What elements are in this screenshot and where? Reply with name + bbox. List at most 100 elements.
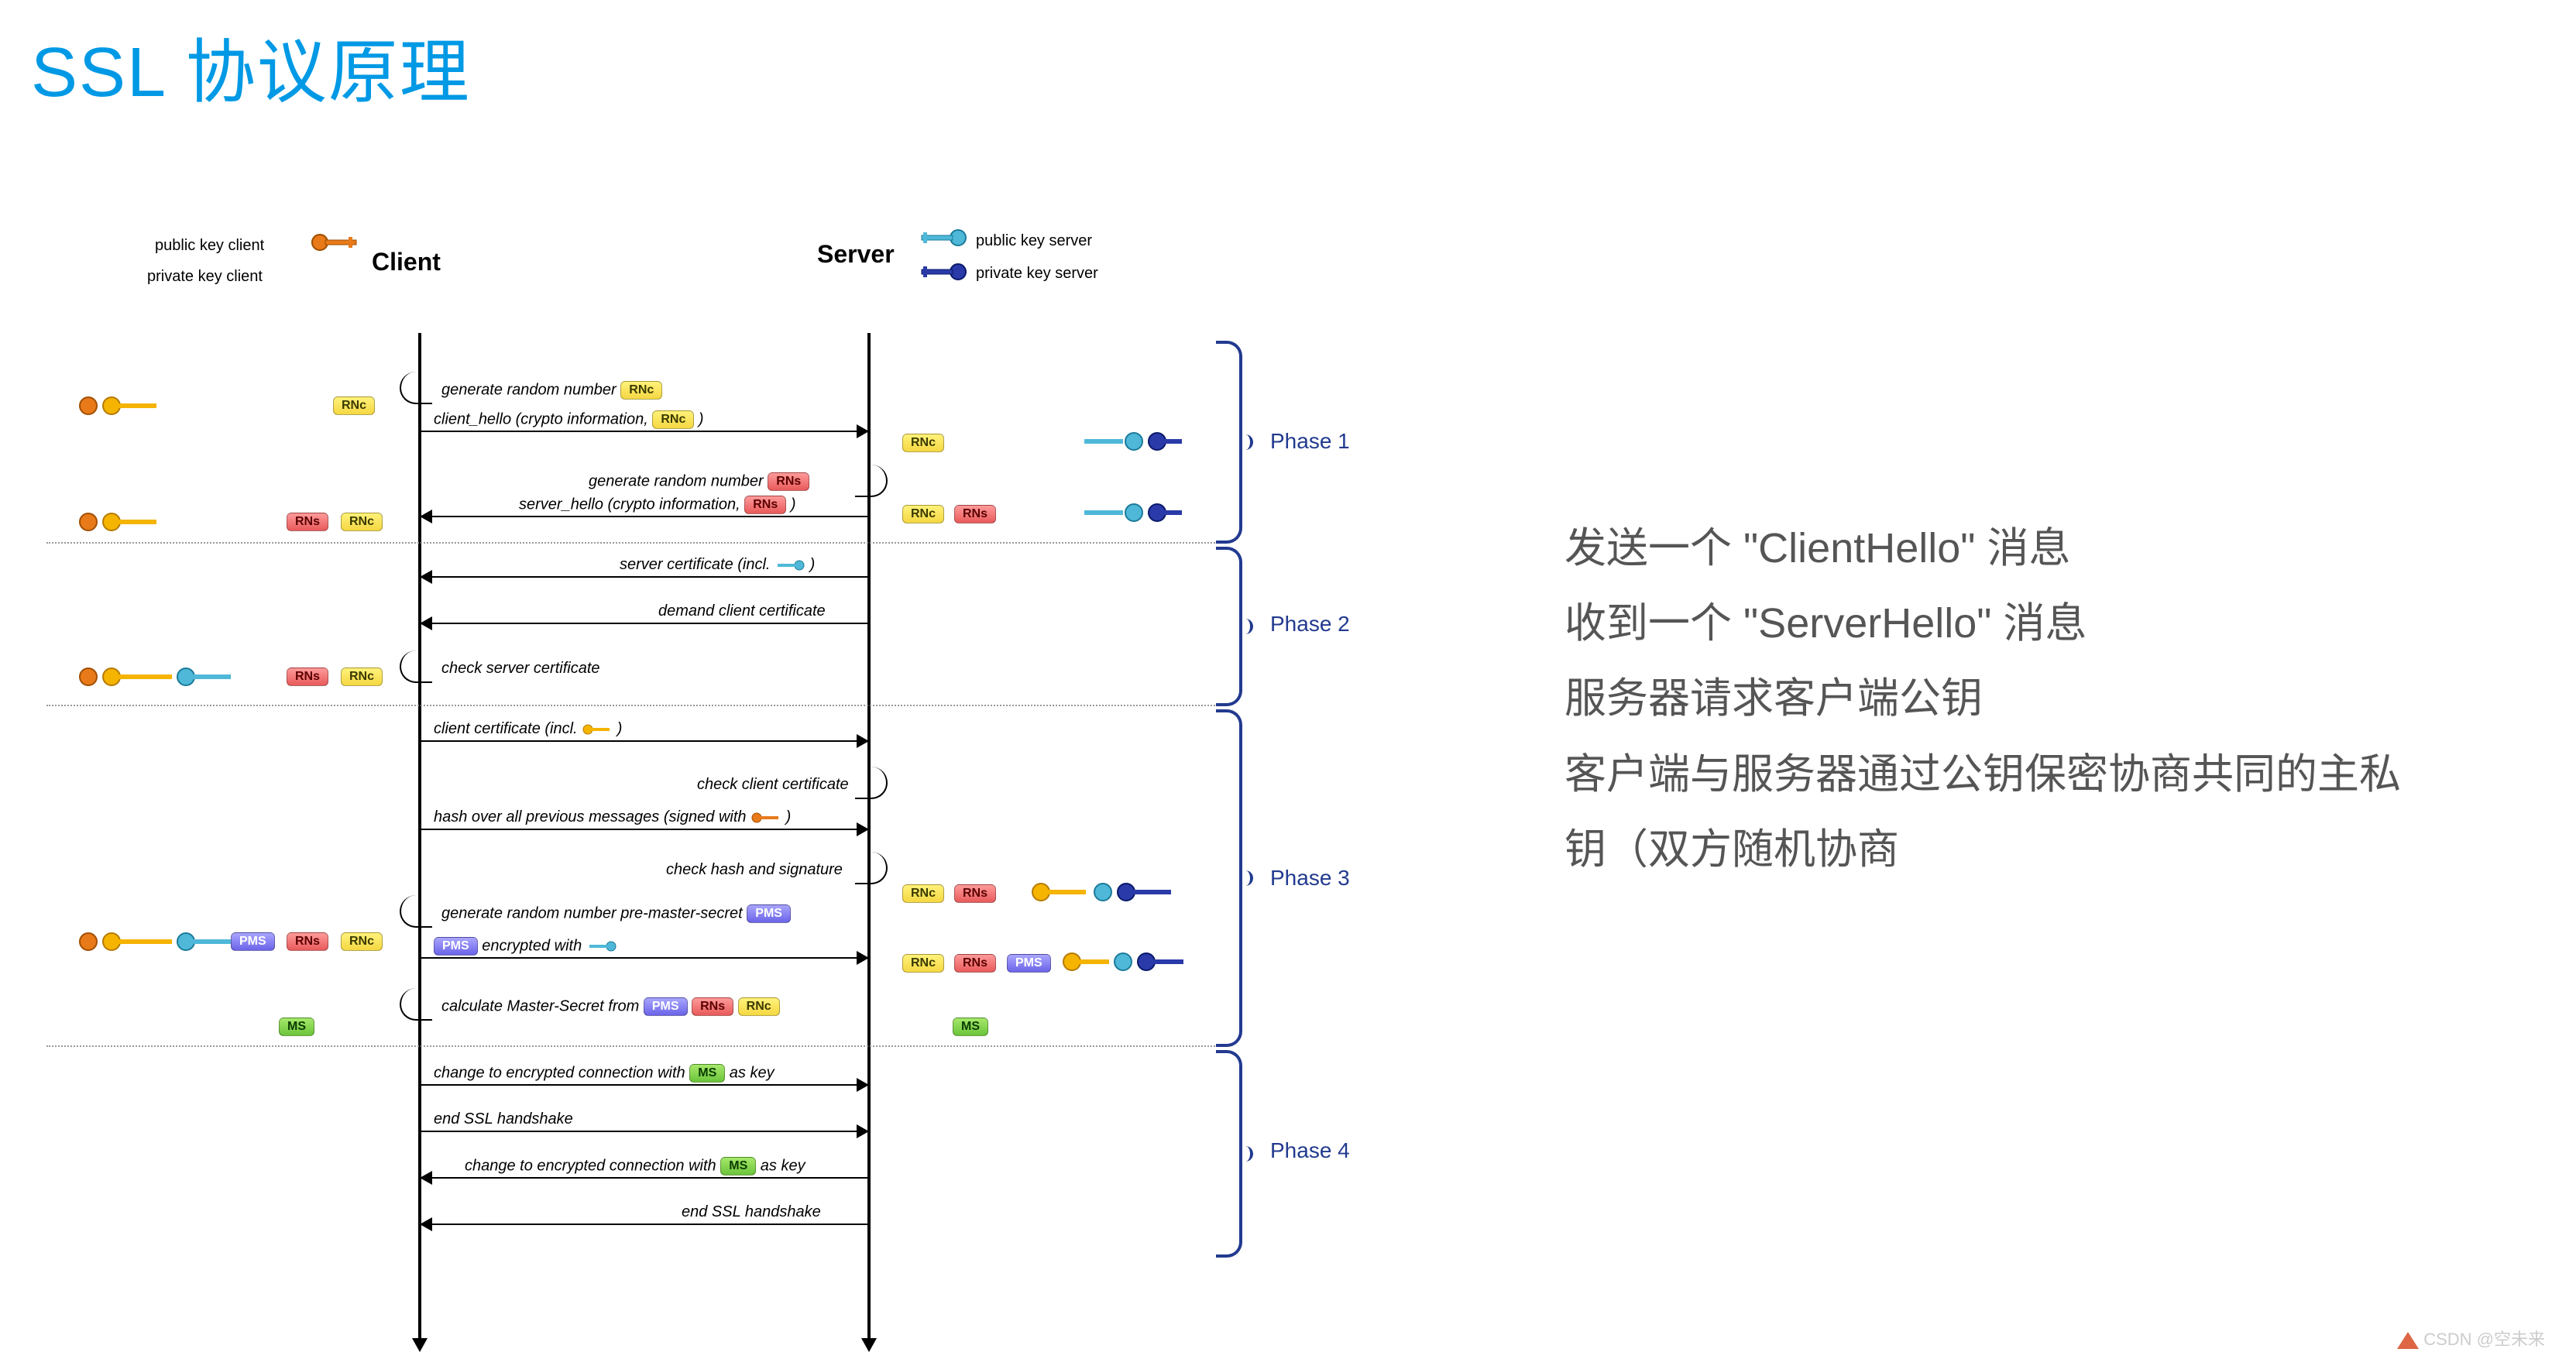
key-icon	[775, 559, 805, 571]
rn-badge: RNc	[902, 434, 944, 452]
msg-change-enc2: change to encrypted connection with MS a…	[465, 1157, 805, 1176]
legend-public-key-server: public key server	[976, 232, 1092, 250]
arrow-server-cert	[421, 576, 867, 578]
key-icon	[77, 931, 248, 952]
phase-separator	[46, 705, 1224, 706]
phase-separator	[46, 542, 1224, 544]
phase-4-label: Phase 4	[1270, 1138, 1350, 1163]
arrow-change-enc1	[421, 1084, 867, 1086]
rn-badge: RNc	[902, 884, 944, 903]
self-call-arc	[400, 988, 432, 1021]
self-call-arc	[855, 767, 888, 799]
msg-end1: end SSL handshake	[434, 1110, 573, 1128]
key-icon	[582, 723, 613, 736]
brace-icon	[1216, 547, 1242, 706]
rn-badge: RNc	[902, 505, 944, 523]
rn-badge: RNs	[287, 513, 328, 531]
rn-badge: RNs	[954, 884, 996, 903]
slide-title: SSL 协议原理	[31, 15, 471, 116]
key-icon-server-public	[914, 228, 968, 248]
rn-badge: RNc	[620, 381, 662, 400]
pms-badge: PMS	[1007, 954, 1051, 973]
brace-icon	[1216, 341, 1242, 544]
step-calc-ms: calculate Master-Secret from PMS RNs RNc	[441, 997, 780, 1016]
msg-change-enc1: change to encrypted connection with MS a…	[434, 1064, 775, 1083]
self-call-arc	[855, 852, 888, 884]
arrow-client-hello	[421, 431, 867, 432]
legend-public-key-client: public key client	[155, 237, 264, 255]
arrow-server-hello	[421, 516, 867, 517]
step-check-client-cert: check client certificate	[697, 776, 849, 794]
phase-3-label: Phase 3	[1270, 866, 1350, 891]
note-line-4: 客户端与服务器通过公钥保密协商共同的主私	[1564, 737, 2556, 812]
key-icon	[586, 940, 617, 952]
msg-client-hello: client_hello (crypto information, RNc )	[434, 410, 704, 429]
watermark: CSDN @空未来	[2397, 1326, 2545, 1351]
step-check-server-cert: check server certificate	[441, 660, 600, 678]
arrow-end1	[421, 1131, 867, 1132]
rn-badge: RNc	[902, 954, 944, 973]
msg-client-cert: client certificate (incl. )	[434, 720, 622, 738]
brace-icon	[1216, 1050, 1242, 1258]
note-line-3: 服务器请求客户端公钥	[1564, 661, 2556, 736]
arrow-end2	[421, 1224, 867, 1225]
step-gen-rn-client: generate random number RNc	[441, 381, 662, 400]
key-icon	[1030, 881, 1193, 903]
rn-badge: RNs	[287, 668, 328, 686]
phase-1-label: Phase 1	[1270, 429, 1350, 454]
self-call-arc	[855, 465, 888, 497]
client-label: Client	[372, 248, 441, 276]
arrowhead-icon	[412, 1338, 428, 1352]
rn-badge: RNc	[333, 396, 375, 415]
msg-enc-pms: PMS encrypted with	[434, 937, 617, 956]
arrow-demand-cert	[421, 623, 867, 624]
msg-end2: end SSL handshake	[682, 1203, 821, 1221]
rn-badge: RNs	[954, 505, 996, 523]
key-icon	[77, 666, 248, 688]
ssl-sequence-diagram: Client Server public key client private …	[46, 232, 1425, 1347]
rn-badge: RNs	[768, 472, 809, 491]
key-icon	[77, 511, 170, 533]
step-check-hash: check hash and signature	[666, 861, 843, 879]
rn-badge: RNc	[341, 668, 383, 686]
phase-separator	[46, 1045, 1224, 1047]
note-line-5: 钥（双方随机协商	[1564, 812, 2556, 887]
msg-hash: hash over all previous messages (signed …	[434, 808, 791, 826]
rn-badge: RNs	[954, 954, 996, 973]
explanation-notes: 发送一个 "ClientHello" 消息 收到一个 "ServerHello"…	[1564, 511, 2556, 887]
self-call-arc	[400, 895, 432, 928]
key-icon	[1061, 951, 1200, 973]
brace-icon	[1216, 709, 1242, 1047]
key-icon	[77, 395, 170, 417]
legend-private-key-server: private key server	[976, 265, 1098, 283]
rn-badge: RNs	[287, 932, 328, 951]
key-icon-client-private	[310, 232, 364, 252]
phase-2-label: Phase 2	[1270, 612, 1350, 637]
note-line-1: 发送一个 "ClientHello" 消息	[1564, 511, 2556, 586]
step-gen-pms: generate random number pre-master-secret…	[441, 904, 791, 923]
msg-demand-cert: demand client certificate	[658, 602, 826, 620]
arrow-client-cert	[421, 740, 867, 742]
step-gen-rn-server: generate random number RNs	[589, 472, 809, 491]
legend-private-key-client: private key client	[147, 268, 263, 286]
ms-badge: MS	[279, 1018, 314, 1036]
self-call-arc	[400, 372, 432, 404]
arrow-pms	[421, 957, 867, 959]
msg-server-cert: server certificate (incl. )	[620, 556, 815, 574]
key-icon	[750, 812, 781, 824]
server-label: Server	[817, 240, 895, 269]
self-call-arc	[400, 650, 432, 683]
note-line-2: 收到一个 "ServerHello" 消息	[1564, 586, 2556, 661]
rn-badge: RNc	[341, 932, 383, 951]
arrowhead-icon	[861, 1338, 877, 1352]
ms-badge: MS	[953, 1018, 988, 1036]
key-icon	[1084, 502, 1185, 523]
pms-badge: PMS	[231, 932, 275, 951]
key-icon-server-private	[914, 262, 968, 282]
arrow-hash	[421, 829, 867, 830]
msg-server-hello: server_hello (crypto information, RNs )	[519, 496, 795, 514]
arrow-change-enc2	[421, 1177, 867, 1179]
rn-badge: RNc	[341, 513, 383, 531]
csdn-logo-icon	[2397, 1332, 2419, 1349]
pms-badge: PMS	[747, 904, 791, 923]
